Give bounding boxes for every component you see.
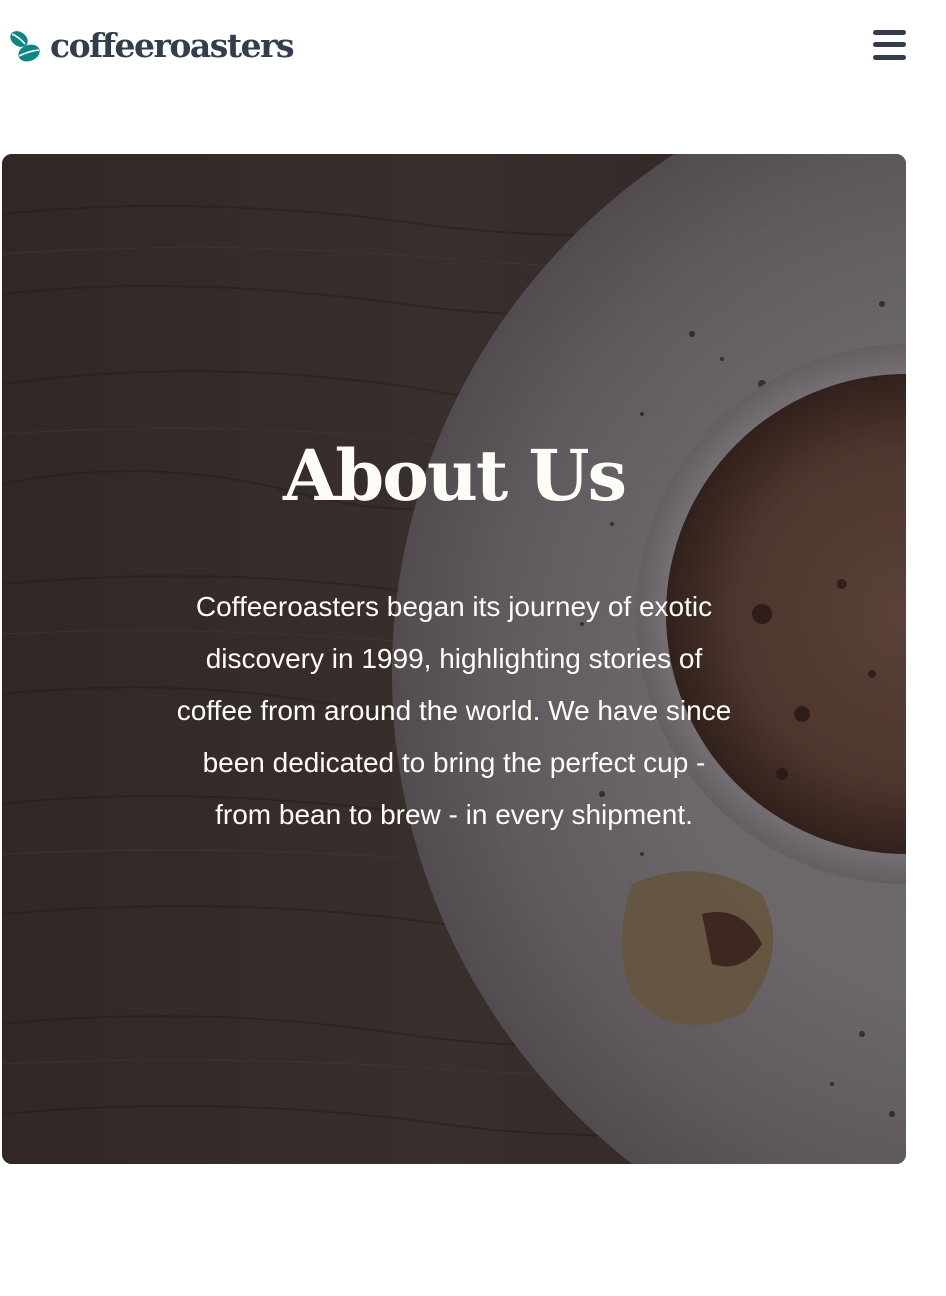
menu-bar-bottom [873, 55, 906, 60]
hero-description: Coffeeroasters began its journey of exot… [176, 591, 732, 830]
about-hero: About Us Coffeeroasters began its journe… [2, 154, 906, 1164]
hamburger-menu-icon[interactable] [873, 28, 906, 62]
coffee-bean-leaves-icon [10, 31, 40, 62]
site-header: coffeeroasters [0, 0, 946, 100]
logo-wordmark: coffeeroasters [50, 26, 295, 65]
hero-content: About Us Coffeeroasters began its journe… [2, 154, 906, 1164]
menu-bar-middle [873, 42, 906, 47]
menu-bar-top [873, 30, 906, 35]
logo-link[interactable]: coffeeroasters [8, 24, 295, 68]
page-title: About Us [283, 434, 627, 517]
